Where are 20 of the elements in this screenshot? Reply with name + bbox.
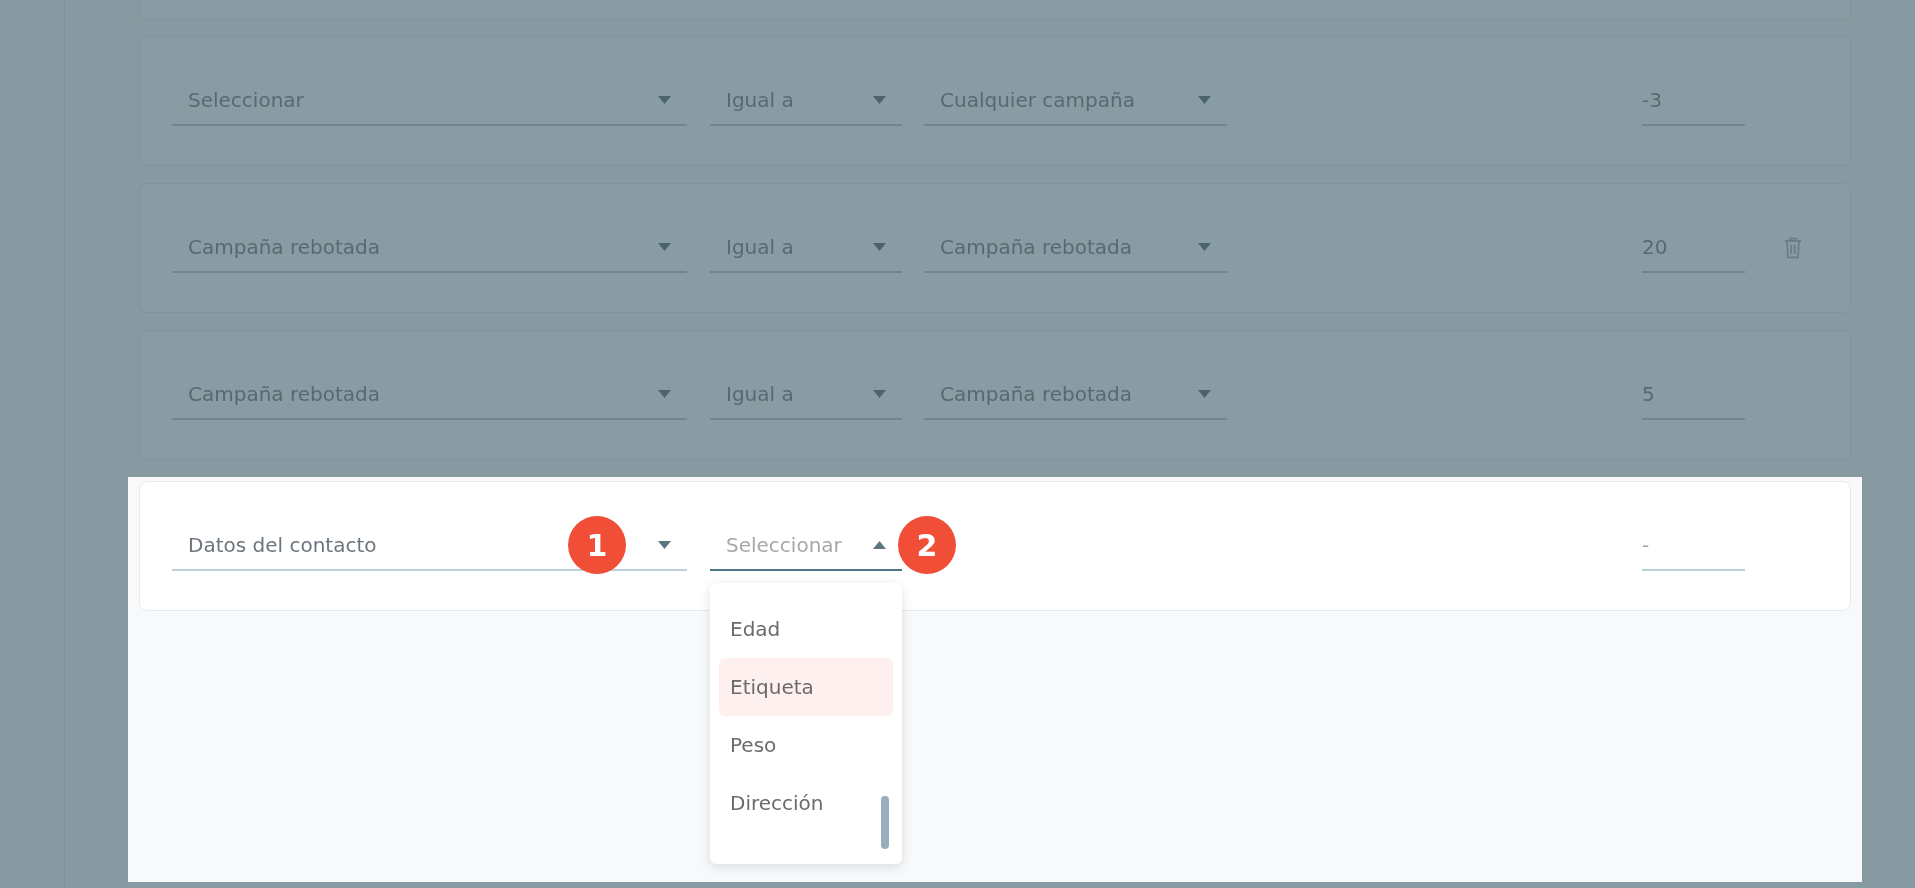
caret-icon	[873, 390, 886, 398]
scrollbar-thumb[interactable]	[881, 796, 889, 849]
caret-icon	[1198, 96, 1211, 104]
step-number-marker: 2	[898, 516, 956, 574]
caret-icon	[873, 96, 886, 104]
caret-icon	[1198, 390, 1211, 398]
dropdown-option[interactable]: Peso	[719, 716, 893, 774]
dropdown-option[interactable]: Edad	[719, 600, 893, 658]
caret-icon	[658, 243, 671, 251]
dropdown-option[interactable]: Dirección	[719, 774, 893, 832]
caret-icon	[873, 243, 886, 251]
caret-icon	[658, 390, 671, 398]
caret-icon	[873, 541, 886, 549]
dropdown-option[interactable]: Etiqueta	[719, 658, 893, 716]
trash-icon[interactable]	[1784, 237, 1802, 259]
score-field[interactable]: -	[1642, 521, 1745, 571]
caret-icon	[658, 96, 671, 104]
step-number-marker: 1	[568, 516, 626, 574]
caret-icon	[1198, 243, 1211, 251]
caret-icon	[658, 541, 671, 549]
